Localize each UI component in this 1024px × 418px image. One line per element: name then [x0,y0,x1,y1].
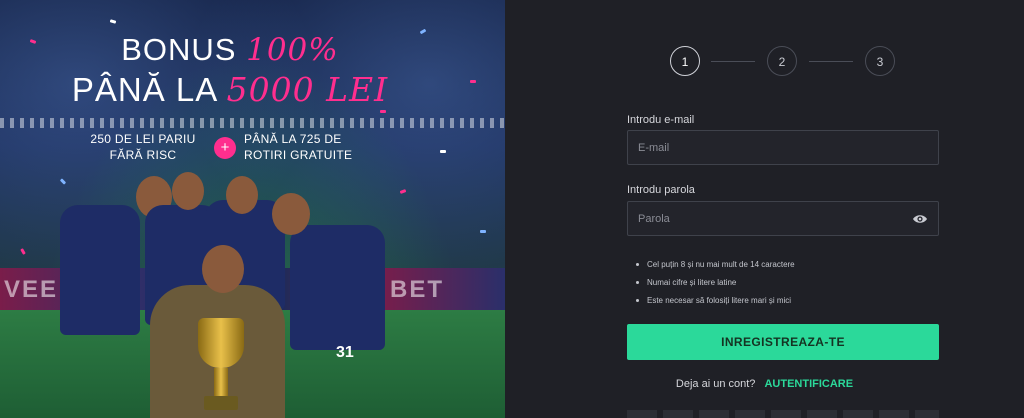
step-connector [809,61,853,62]
password-rule: Cel puțin 8 și nu mai mult de 14 caracte… [636,256,795,274]
terms-text-cutoff [627,410,939,418]
bonus-percent: 100% [246,32,339,68]
bonus-upto: PÂNĂ LA [71,71,217,108]
plus-icon: + [214,137,236,159]
password-input[interactable] [628,202,938,235]
step-3-indicator: 3 [865,46,895,76]
jersey-number: 31 [336,344,354,361]
offer-free-bet: 250 DE LEI PARIU FĂRĂ RISC [90,132,196,162]
email-field-wrapper [627,130,939,165]
bonus-amount: 5000 LEI [226,70,389,109]
login-prompt: Deja ai un cont? AUTENTIFICARE [505,378,1024,390]
stadium-lights [0,118,505,128]
password-label: Introdu parola [627,184,695,196]
password-requirements: Cel puțin 8 și nu mai mult de 14 caracte… [636,256,795,310]
email-label: Introdu e-mail [627,114,695,126]
password-rule: Este necesar să folosiți litere mari și … [636,292,795,310]
email-input[interactable] [628,131,938,164]
offer-free-spins: PÂNĂ LA 725 DE ROTIRI GRATUITE [244,132,353,162]
promo-banner: VEE BET 31 BONUS 100% PÂNĂ LA 5000 LEI 2… [0,0,505,418]
bonus-prefix: BONUS [121,32,237,67]
register-button[interactable]: INREGISTREAZA-TE [627,324,939,360]
bonus-headline-line1: BONUS 100% [0,32,460,68]
step-1-indicator: 1 [670,46,700,76]
step-connector [711,61,755,62]
bonus-headline-line2: PÂNĂ LA 5000 LEI [0,70,460,109]
step-2-indicator: 2 [767,46,797,76]
registration-form: 1 2 3 Introdu e-mail Introdu parola Cel … [505,0,1024,418]
login-link[interactable]: AUTENTIFICARE [764,378,853,390]
eye-icon[interactable] [912,212,928,226]
password-rule: Numai cifre și litere latine [636,274,795,292]
login-question: Deja ai un cont? [675,378,756,390]
password-field-wrapper [627,201,939,236]
